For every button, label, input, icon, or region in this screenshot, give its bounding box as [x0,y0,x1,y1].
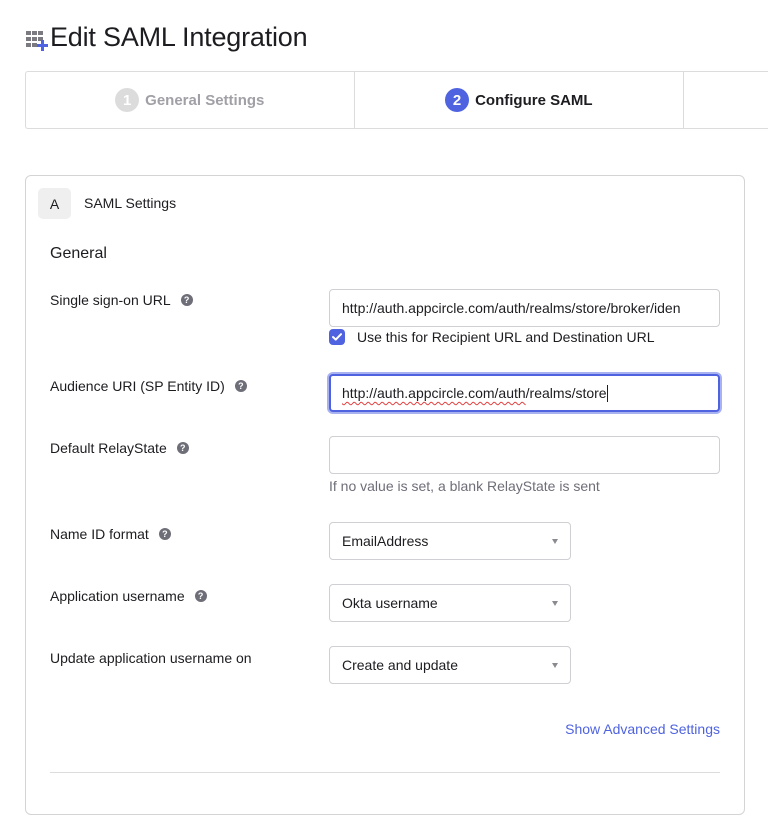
step-configure-saml[interactable]: 2 Configure SAML [355,72,685,128]
saml-settings-panel: A SAML Settings General Single sign-on U… [25,175,745,815]
recipient-destination-checkbox[interactable] [329,329,345,345]
name-id-format-label: Name ID format ? [50,526,171,542]
label-text: Default RelayState [50,440,167,456]
divider [50,772,720,773]
help-icon[interactable]: ? [234,380,247,392]
dropdown-arrow-icon [552,662,558,668]
dropdown-arrow-icon [552,538,558,544]
step-next[interactable] [684,72,768,128]
audience-uri-label: Audience URI (SP Entity ID) ? [50,378,247,394]
label-text: Application username [50,588,185,604]
app-username-select[interactable]: Okta username [329,584,571,622]
label-text: Audience URI (SP Entity ID) [50,378,225,394]
label-text: Single sign-on URL [50,292,171,308]
checkmark-icon [332,333,342,341]
app-username-label: Application username ? [50,588,207,604]
relay-state-input[interactable] [329,436,720,474]
sso-url-input[interactable]: http://auth.appcircle.com/auth/realms/st… [329,289,720,327]
text-caret [606,384,608,402]
update-username-on-label: Update application username on [50,650,252,666]
help-icon[interactable]: ? [194,590,207,602]
panel-title: SAML Settings [84,195,177,211]
page-title: Edit SAML Integration [50,22,308,52]
relay-state-label: Default RelayState ? [50,440,189,456]
show-advanced-settings-link[interactable]: Show Advanced Settings [565,721,720,737]
step-number-badge: 1 [115,88,140,112]
input-value: /realms/store [525,385,607,401]
section-title: General [50,245,107,262]
input-value: http://auth.appcircle.com/auth/realms/st… [342,300,681,316]
step-general-settings[interactable]: 1 General Settings [26,72,355,128]
help-icon[interactable]: ? [176,442,189,454]
dropdown-arrow-icon [552,600,558,606]
select-value: Okta username [342,595,438,611]
page-header: Edit SAML Integration [24,22,308,53]
label-text: Update application username on [50,650,252,666]
step-number-badge: 2 [445,88,470,112]
label-text: Name ID format [50,526,149,542]
checkbox-label: Use this for Recipient URL and Destinati… [357,329,655,345]
wizard-stepper: 1 General Settings 2 Configure SAML [25,71,768,129]
relay-state-hint: If no value is set, a blank RelayState i… [329,478,600,494]
select-value: EmailAddress [342,533,429,549]
section-badge: A [38,188,71,219]
select-value: Create and update [342,657,458,673]
step-label: Configure SAML [475,91,593,109]
audience-uri-input[interactable]: http://auth.appcircle.com/auth/realms/st… [329,374,720,412]
step-label: General Settings [145,91,265,109]
input-value-spellcheck: http://auth.appcircle.com/auth [342,385,526,401]
name-id-format-select[interactable]: EmailAddress [329,522,571,560]
update-username-on-select[interactable]: Create and update [329,646,571,684]
help-icon[interactable]: ? [158,528,171,540]
help-icon[interactable]: ? [180,294,193,306]
sso-url-label: Single sign-on URL ? [50,292,193,308]
recipient-destination-checkbox-row[interactable]: Use this for Recipient URL and Destinati… [329,329,655,345]
app-grid-plus-icon [24,25,50,51]
